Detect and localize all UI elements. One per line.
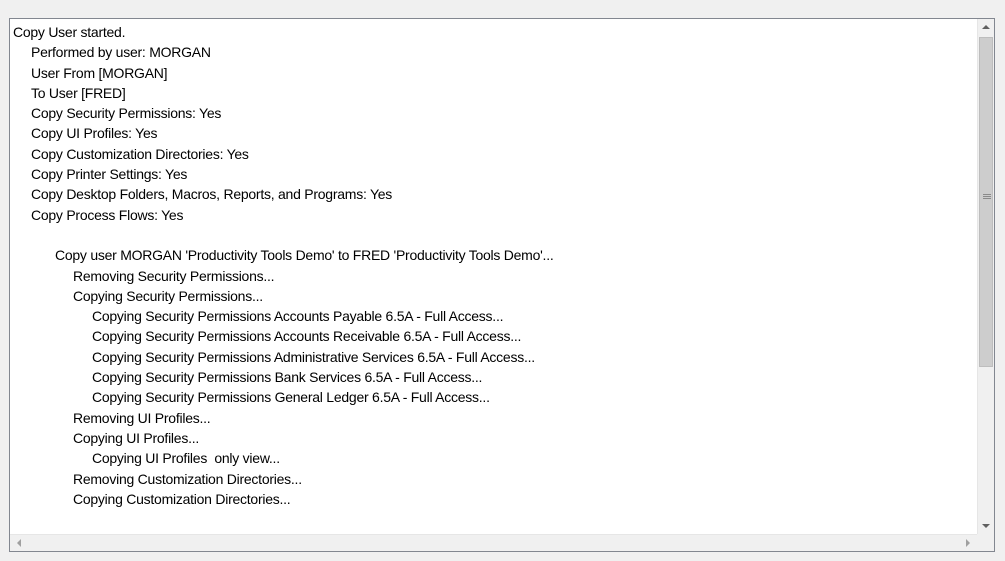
log-line: Copying Security Permissions Bank Servic…: [92, 369, 483, 386]
log-line: Copying Customization Directories...: [73, 490, 291, 507]
horizontal-scrollbar[interactable]: [10, 534, 977, 551]
vertical-scrollbar[interactable]: [977, 19, 994, 534]
log-line: Performed by user: MORGAN: [31, 44, 211, 61]
arrow-left-icon[interactable]: [17, 539, 21, 547]
log-line: Copy Customization Directories: Yes: [31, 145, 249, 162]
log-line: Copy user MORGAN 'Productivity Tools Dem…: [55, 247, 554, 264]
log-line: Copying Security Permissions Accounts Pa…: [92, 308, 504, 325]
scrollbar-corner: [977, 534, 994, 551]
log-line: Copy Desktop Folders, Macros, Reports, a…: [31, 186, 393, 203]
log-line: Copy Security Permissions: Yes: [31, 105, 222, 122]
log-content: Copy User started. Performed by user: MOR…: [10, 19, 977, 534]
arrow-down-icon[interactable]: [982, 524, 990, 528]
grip-line: [983, 194, 991, 195]
log-line: Copy User started.: [13, 24, 126, 40]
log-line: Removing UI Profiles...: [73, 409, 211, 426]
log-line: Copy Printer Settings: Yes: [31, 166, 188, 183]
log-line: Copying Security Permissions Accounts Re…: [92, 328, 522, 345]
log-line: Copying UI Profiles only view...: [92, 450, 280, 467]
arrow-right-icon[interactable]: [966, 539, 970, 547]
log-textbox[interactable]: Copy User started. Performed by user: MOR…: [9, 18, 995, 552]
log-line: Copying UI Profiles...: [73, 429, 199, 446]
log-line: Copying Security Permissions General Led…: [92, 389, 490, 406]
log-line: To User [FRED]: [31, 84, 126, 101]
log-line: Removing Customization Directories...: [73, 470, 302, 487]
log-line: Copy UI Profiles: Yes: [31, 125, 158, 142]
log-line: Copying Security Permissions Administrat…: [92, 348, 535, 365]
log-line: Copying Security Permissions...: [73, 287, 263, 304]
log-line: Removing Security Permissions...: [73, 267, 275, 284]
arrow-up-icon[interactable]: [982, 25, 990, 29]
log-line: Copy Process Flows: Yes: [31, 206, 184, 223]
grip-line: [983, 196, 991, 197]
grip-line: [983, 198, 991, 199]
log-line: User From [MORGAN]: [31, 64, 168, 81]
vertical-scroll-thumb[interactable]: [979, 37, 993, 367]
